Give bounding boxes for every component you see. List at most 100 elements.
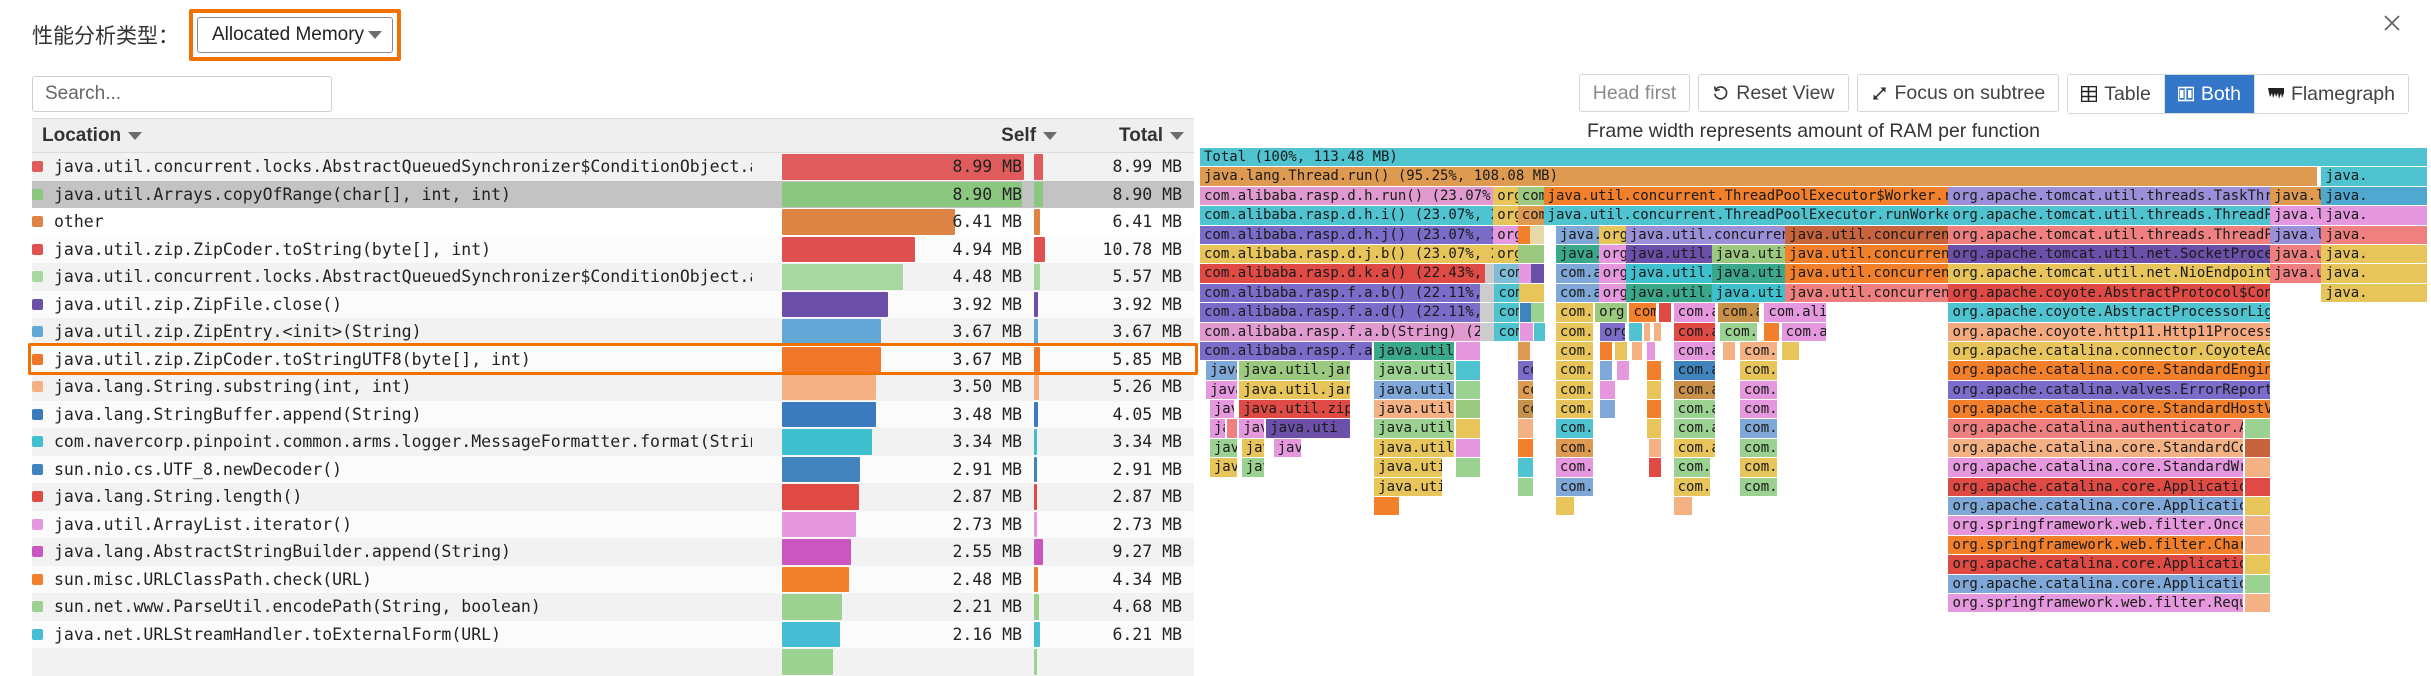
flamegraph-frame[interactable]: org.springframework.web.filter.Character… [1948,535,2243,555]
flamegraph-frame[interactable]: com.alibaba.rasp.f.a.a(S [1200,341,1372,361]
flamegraph-frame[interactable] [1456,419,1480,438]
flamegraph-frame[interactable] [2245,438,2270,458]
table-row[interactable]: java.util.zip.ZipFile.close() 3.92 MB 3.92… [32,290,1195,318]
flamegraph-frame[interactable]: org.jb [1493,244,1518,264]
flamegraph-frame[interactable]: jav [1209,400,1235,419]
table-row[interactable] [32,648,1195,676]
flamegraph-frame[interactable]: org.apache.tomcat.util.threads.TaskThrea… [1948,186,2270,206]
reset-view-button[interactable]: Reset View [1698,74,1849,112]
flamegraph-frame[interactable]: com.alibaba.rasp.d.k.a() (22.43%, 25.45 [1200,264,1485,283]
flamegraph-frame[interactable] [1644,322,1651,341]
flamegraph-frame[interactable]: com.a [1781,322,1826,341]
flamegraph-frame[interactable]: org.apache.coyote.AbstractProtocol$Conne… [1948,283,2270,303]
flamegraph-frame[interactable] [1520,303,1532,322]
flamegraph-frame[interactable]: com.alibaba.rasp.d.j.b() (23.07%, 26.17 [1200,244,1494,264]
flamegraph-frame[interactable]: java.util.concu [1625,264,1712,283]
flamegraph-frame[interactable]: java.util.concurrent.F [1785,283,1949,303]
flamegraph-frame[interactable]: java.util.concurrent.T [1785,264,1949,283]
flamegraph-frame[interactable]: com. [1555,477,1593,497]
flamegraph-frame[interactable]: org.apache.catalina.core.ApplicationFilt… [1948,477,2243,497]
flamegraph-frame[interactable] [1555,497,1575,516]
flamegraph-frame[interactable] [1531,264,1544,283]
table-row[interactable]: java.net.URLStreamHandler.toExternalForm… [32,620,1195,648]
flamegraph-frame[interactable] [1646,400,1662,419]
flamegraph-frame[interactable] [1631,341,1642,361]
flamegraph-frame[interactable]: com.alibaba.rasp.d.h.i() (23.07%, 26.17 [1200,206,1494,225]
flamegraph-frame[interactable] [2245,535,2270,555]
flamegraph-frame[interactable]: com.a [1555,419,1593,438]
flamegraph-frame[interactable] [1456,400,1480,419]
flamegraph-frame[interactable] [1374,497,1399,516]
flamegraph-frame[interactable]: org.jb [1598,283,1626,303]
flamegraph-frame[interactable]: org.apache.catalina.authenticator.Authen… [1948,419,2243,438]
flamegraph-frame[interactable]: com.a [1555,361,1593,380]
flamegraph-frame[interactable]: com.a [1555,341,1593,361]
flamegraph-frame[interactable] [1764,322,1780,341]
flamegraph-frame[interactable]: java. [2321,283,2427,303]
flamegraph-frame[interactable]: java. [2321,206,2427,225]
flamegraph-frame[interactable]: org.apache.tomcat.util.threads.ThreadPoo… [1948,225,2270,244]
flamegraph-frame[interactable]: jav [1239,419,1264,438]
view-mode-table[interactable]: Table [2068,75,2164,113]
flamegraph-frame[interactable]: com.a [1555,400,1593,419]
flamegraph-frame[interactable]: org.apache.tomcat.util.threads.ThreadPoo… [1948,206,2270,225]
flamegraph-frame[interactable] [2245,477,2270,497]
view-mode-both[interactable]: Both [2163,75,2254,113]
flamegraph-frame[interactable]: java. [2321,167,2427,186]
table-row[interactable]: java.lang.AbstractStringBuilder.append(S… [32,538,1195,566]
table-row[interactable]: java.util.concurrent.locks.AbstractQueue… [32,263,1195,291]
flamegraph-frame[interactable]: java. [2321,264,2427,283]
flamegraph-frame[interactable]: java.util.zip.ZipF [1374,380,1454,400]
flamegraph-frame[interactable]: com.a [1673,400,1716,419]
flamegraph-frame[interactable]: org.jb [1493,206,1518,225]
flamegraph-frame[interactable] [1479,303,1495,322]
flamegraph-frame[interactable]: com.n [1517,206,1544,225]
table-row[interactable]: java.lang.String.length() 2.87 MB 2.87 MB [32,483,1195,511]
flamegraph-frame[interactable] [1226,419,1237,438]
flamegraph-frame[interactable] [1646,361,1662,380]
flamegraph-frame[interactable]: com.al [1555,264,1599,283]
flamegraph-frame[interactable]: com. [1555,458,1593,477]
flamegraph-frame[interactable]: com.a [1673,438,1716,458]
flamegraph-frame[interactable] [1517,341,1531,361]
flamegraph-frame[interactable]: com.a [1739,361,1777,380]
flamegraph-frame[interactable] [1531,303,1544,322]
flamegraph-frame[interactable]: com.alibaba.rasp.f.a.d() (22.11%, 25.09 [1200,303,1480,322]
flamegraph-frame[interactable] [1484,264,1495,283]
flamegraph-frame[interactable]: com.alib [1764,303,1826,322]
flamegraph-frame[interactable]: java [1273,438,1301,458]
flamegraph-frame[interactable]: com.n [1517,186,1544,206]
flamegraph-frame[interactable]: org.springframework.web.filter.RequestCo… [1948,593,2243,613]
flamegraph-frame[interactable]: java.util.zip.ZipI [1239,400,1350,419]
table-row[interactable]: java.util.ArrayList.iterator() 2.73 MB 2.7… [32,510,1195,538]
flamegraph-frame[interactable]: java. [1209,458,1237,477]
flamegraph-frame[interactable]: java.uti [1266,419,1350,438]
flamegraph-frame[interactable] [1649,458,1662,477]
flamegraph-frame[interactable]: com [1494,264,1519,283]
flamegraph-frame[interactable]: com.a [1739,400,1777,419]
flamegraph-frame[interactable]: java. [2321,244,2427,264]
flamegraph-frame[interactable] [1519,283,1544,303]
table-row[interactable]: com.navercorp.pinpoint.common.arms.logge… [32,428,1195,456]
flamegraph-frame[interactable] [1649,438,1662,458]
flamegraph-frame[interactable]: com. [1739,438,1777,458]
view-mode-flamegraph[interactable]: Flamegraph [2253,75,2408,113]
flamegraph-frame[interactable]: org.apache.catalina.core.StandardContext… [1948,438,2243,458]
flamegraph-frame[interactable]: java.u [2269,264,2322,283]
flamegraph-frame[interactable]: java.ut [1555,244,1599,264]
flamegraph-frame[interactable] [1517,225,1531,244]
flamegraph-frame[interactable]: com.alibaba.rasp.f.a.b() (22.11%, 25.09 [1200,283,1480,303]
table-row[interactable]: java.util.zip.ZipCoder.toStringUTF8(byte… [32,345,1195,373]
flamegraph-frame[interactable]: com [1494,322,1519,341]
flamegraph-frame[interactable]: com [1494,303,1519,322]
flamegraph-frame[interactable] [2245,574,2270,593]
column-header-total[interactable]: Total [1067,118,1195,153]
flamegraph-frame[interactable] [1456,438,1480,458]
focus-on-subtree-button[interactable]: Focus on subtree [1856,74,2060,112]
flamegraph-frame[interactable]: org.apache.catalina.core.StandardWrapper… [1948,458,2243,477]
flamegraph-frame[interactable]: org.apache.catalina.connector.CoyoteAdap… [1948,341,2270,361]
flamegraph-frame[interactable]: com.a [1555,303,1593,322]
table-row[interactable]: sun.net.www.ParseUtil.encodePath(String,… [32,593,1195,621]
flamegraph-frame[interactable]: org.jb [1598,225,1626,244]
flamegraph-frame[interactable]: com. [1673,477,1711,497]
